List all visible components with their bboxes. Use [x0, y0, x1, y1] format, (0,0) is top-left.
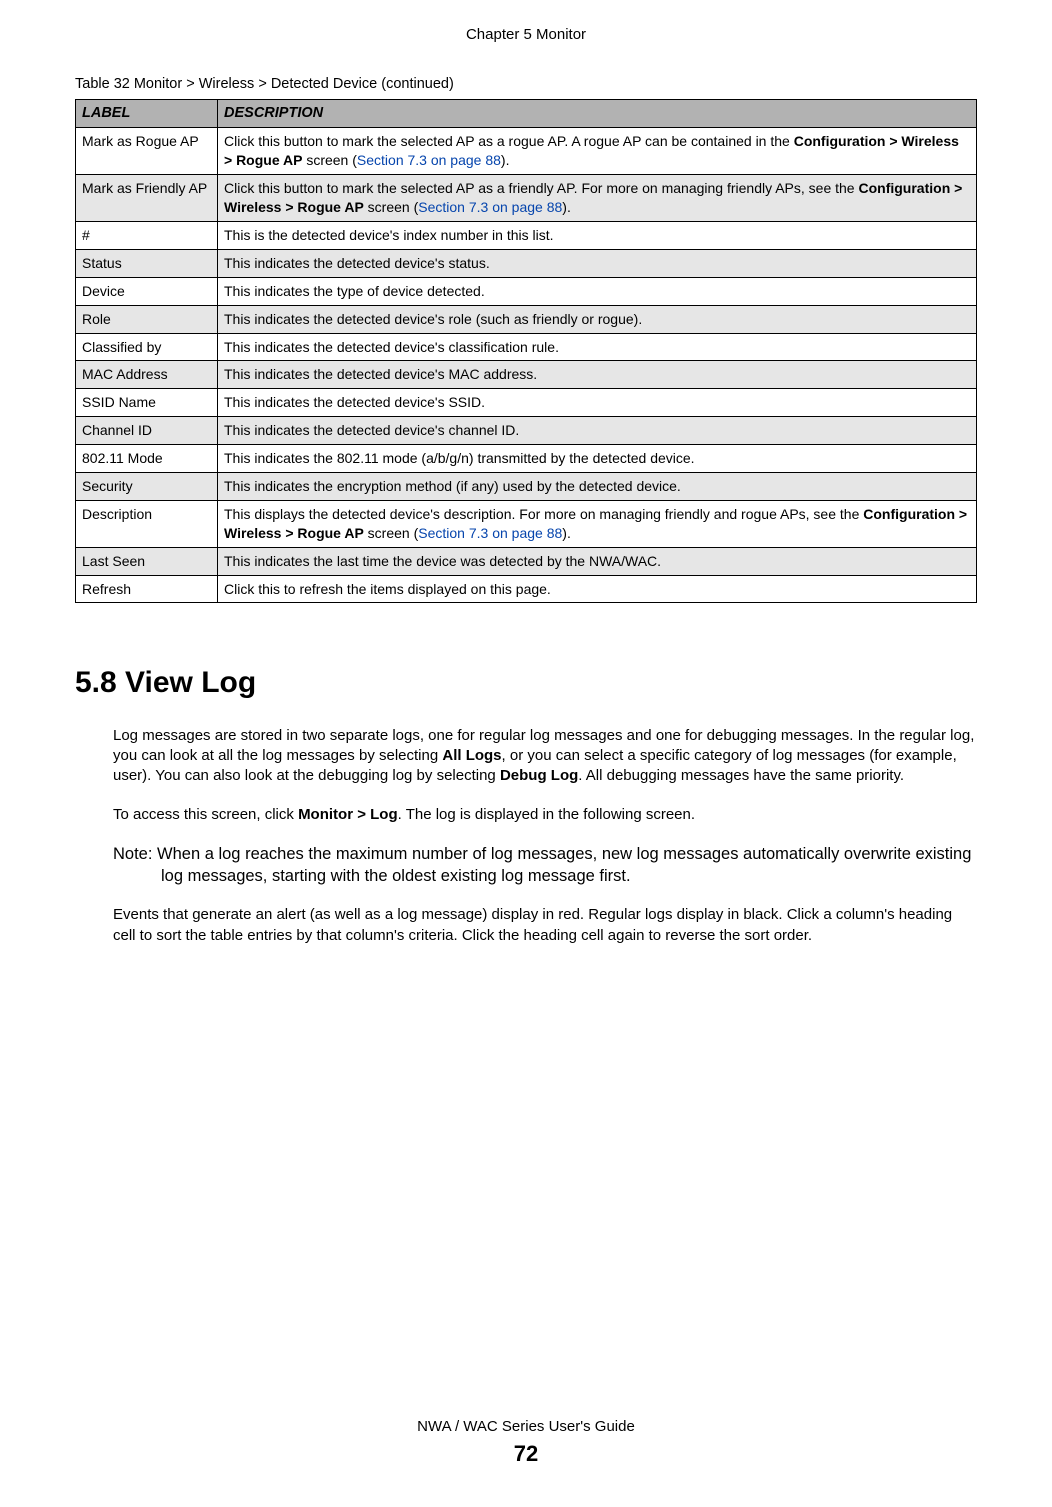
cell-description: This indicates the detected device's sta… — [218, 249, 977, 277]
cell-description: This displays the detected device's desc… — [218, 500, 977, 547]
table-row: Last Seen This indicates the last time th… — [76, 547, 977, 575]
cell-description: This indicates the type of device detect… — [218, 277, 977, 305]
cell-label: Mark as Friendly AP — [76, 175, 218, 222]
chapter-header: Chapter 5 Monitor — [75, 25, 977, 45]
cell-description: Click this button to mark the selected A… — [218, 128, 977, 175]
p2-text-pre: To access this screen, click — [113, 806, 298, 823]
table-header-desc: DESCRIPTION — [218, 99, 977, 128]
table-row: # This is the detected device's index num… — [76, 221, 977, 249]
cell-description: This indicates the encryption method (if… — [218, 472, 977, 500]
cell-label: Refresh — [76, 575, 218, 603]
cell-description: This is the detected device's index numb… — [218, 221, 977, 249]
desc-text: This indicates the 802.11 mode (a/b/g/n)… — [224, 450, 695, 466]
cell-label: Security — [76, 472, 218, 500]
table-row: MAC Address This indicates the detected d… — [76, 361, 977, 389]
footer-page-number: 72 — [0, 1439, 1052, 1469]
table-row: Mark as Rogue AP Click this button to mar… — [76, 128, 977, 175]
p1-bold-debug-log: Debug Log — [500, 767, 578, 784]
cross-reference-link[interactable]: Section 7.3 on page 88 — [357, 152, 501, 168]
cell-label: Device — [76, 277, 218, 305]
cell-label: Mark as Rogue AP — [76, 128, 218, 175]
table-row: Refresh Click this to refresh the items d… — [76, 575, 977, 603]
cell-label: 802.11 Mode — [76, 445, 218, 473]
desc-text: screen ( — [364, 199, 418, 215]
cell-description: Click this button to mark the selected A… — [218, 175, 977, 222]
table-row: Security This indicates the encryption me… — [76, 472, 977, 500]
p1-text-post: . All debugging messages have the same p… — [578, 767, 904, 784]
table-row: Role This indicates the detected device's… — [76, 305, 977, 333]
desc-text: screen ( — [302, 152, 356, 168]
cross-reference-link[interactable]: Section 7.3 on page 88 — [418, 199, 562, 215]
detected-device-table: LABEL DESCRIPTION Mark as Rogue AP Click … — [75, 99, 977, 604]
p1-bold-all-logs: All Logs — [442, 747, 501, 764]
page-footer: NWA / WAC Series User's Guide 72 — [0, 1417, 1052, 1469]
table-row: Description This displays the detected de… — [76, 500, 977, 547]
section-body: Log messages are stored in two separate … — [113, 726, 977, 946]
footer-title: NWA / WAC Series User's Guide — [0, 1417, 1052, 1437]
table-row: Channel ID This indicates the detected de… — [76, 417, 977, 445]
desc-text: This indicates the detected device's sta… — [224, 255, 490, 271]
desc-text: This indicates the detected device's cla… — [224, 339, 559, 355]
cell-description: This indicates the detected device's cha… — [218, 417, 977, 445]
note-block: Note: When a log reaches the maximum num… — [113, 843, 977, 888]
paragraph-2: To access this screen, click Monitor > L… — [113, 805, 977, 825]
paragraph-1: Log messages are stored in two separate … — [113, 726, 977, 787]
desc-text: Click this to refresh the items displaye… — [224, 581, 551, 597]
cell-label: # — [76, 221, 218, 249]
section-heading: 5.8 View Log — [75, 663, 977, 704]
paragraph-3: Events that generate an alert (as well a… — [113, 905, 977, 946]
cell-label: MAC Address — [76, 361, 218, 389]
cell-description: This indicates the detected device's MAC… — [218, 361, 977, 389]
table-caption: Table 32 Monitor > Wireless > Detected D… — [75, 75, 977, 95]
cell-description: This indicates the 802.11 mode (a/b/g/n)… — [218, 445, 977, 473]
table-row: Classified by This indicates the detected… — [76, 333, 977, 361]
desc-text: This indicates the detected device's MAC… — [224, 366, 537, 382]
desc-text: This indicates the type of device detect… — [224, 283, 485, 299]
table-row: Mark as Friendly AP Click this button to … — [76, 175, 977, 222]
cell-description: Click this to refresh the items displaye… — [218, 575, 977, 603]
cell-label: Status — [76, 249, 218, 277]
cross-reference-link[interactable]: Section 7.3 on page 88 — [418, 525, 562, 541]
cell-description: This indicates the detected device's rol… — [218, 305, 977, 333]
desc-text: ). — [501, 152, 510, 168]
table-row: Status This indicates the detected device… — [76, 249, 977, 277]
p2-bold-monitor-log: Monitor > Log — [298, 806, 398, 823]
cell-label: Description — [76, 500, 218, 547]
cell-label: Last Seen — [76, 547, 218, 575]
desc-text: Click this button to mark the selected A… — [224, 180, 858, 196]
desc-text: This is the detected device's index numb… — [224, 227, 554, 243]
table-row: SSID Name This indicates the detected dev… — [76, 389, 977, 417]
cell-description: This indicates the detected device's SSI… — [218, 389, 977, 417]
cell-label: Channel ID — [76, 417, 218, 445]
table-row: 802.11 Mode This indicates the 802.11 mod… — [76, 445, 977, 473]
desc-text: ). — [562, 199, 571, 215]
table-header-label: LABEL — [76, 99, 218, 128]
table-row: Device This indicates the type of device … — [76, 277, 977, 305]
desc-text: This indicates the detected device's rol… — [224, 311, 642, 327]
desc-text: ). — [562, 525, 571, 541]
cell-description: This indicates the detected device's cla… — [218, 333, 977, 361]
desc-text: screen ( — [364, 525, 418, 541]
cell-label: Role — [76, 305, 218, 333]
cell-label: SSID Name — [76, 389, 218, 417]
desc-text: This indicates the detected device's cha… — [224, 422, 519, 438]
desc-text: This indicates the detected device's SSI… — [224, 394, 485, 410]
p2-text-post: . The log is displayed in the following … — [398, 806, 695, 823]
cell-description: This indicates the last time the device … — [218, 547, 977, 575]
desc-text: This indicates the last time the device … — [224, 553, 661, 569]
desc-text: Click this button to mark the selected A… — [224, 133, 794, 149]
desc-text: This displays the detected device's desc… — [224, 506, 863, 522]
desc-text: This indicates the encryption method (if… — [224, 478, 681, 494]
cell-label: Classified by — [76, 333, 218, 361]
